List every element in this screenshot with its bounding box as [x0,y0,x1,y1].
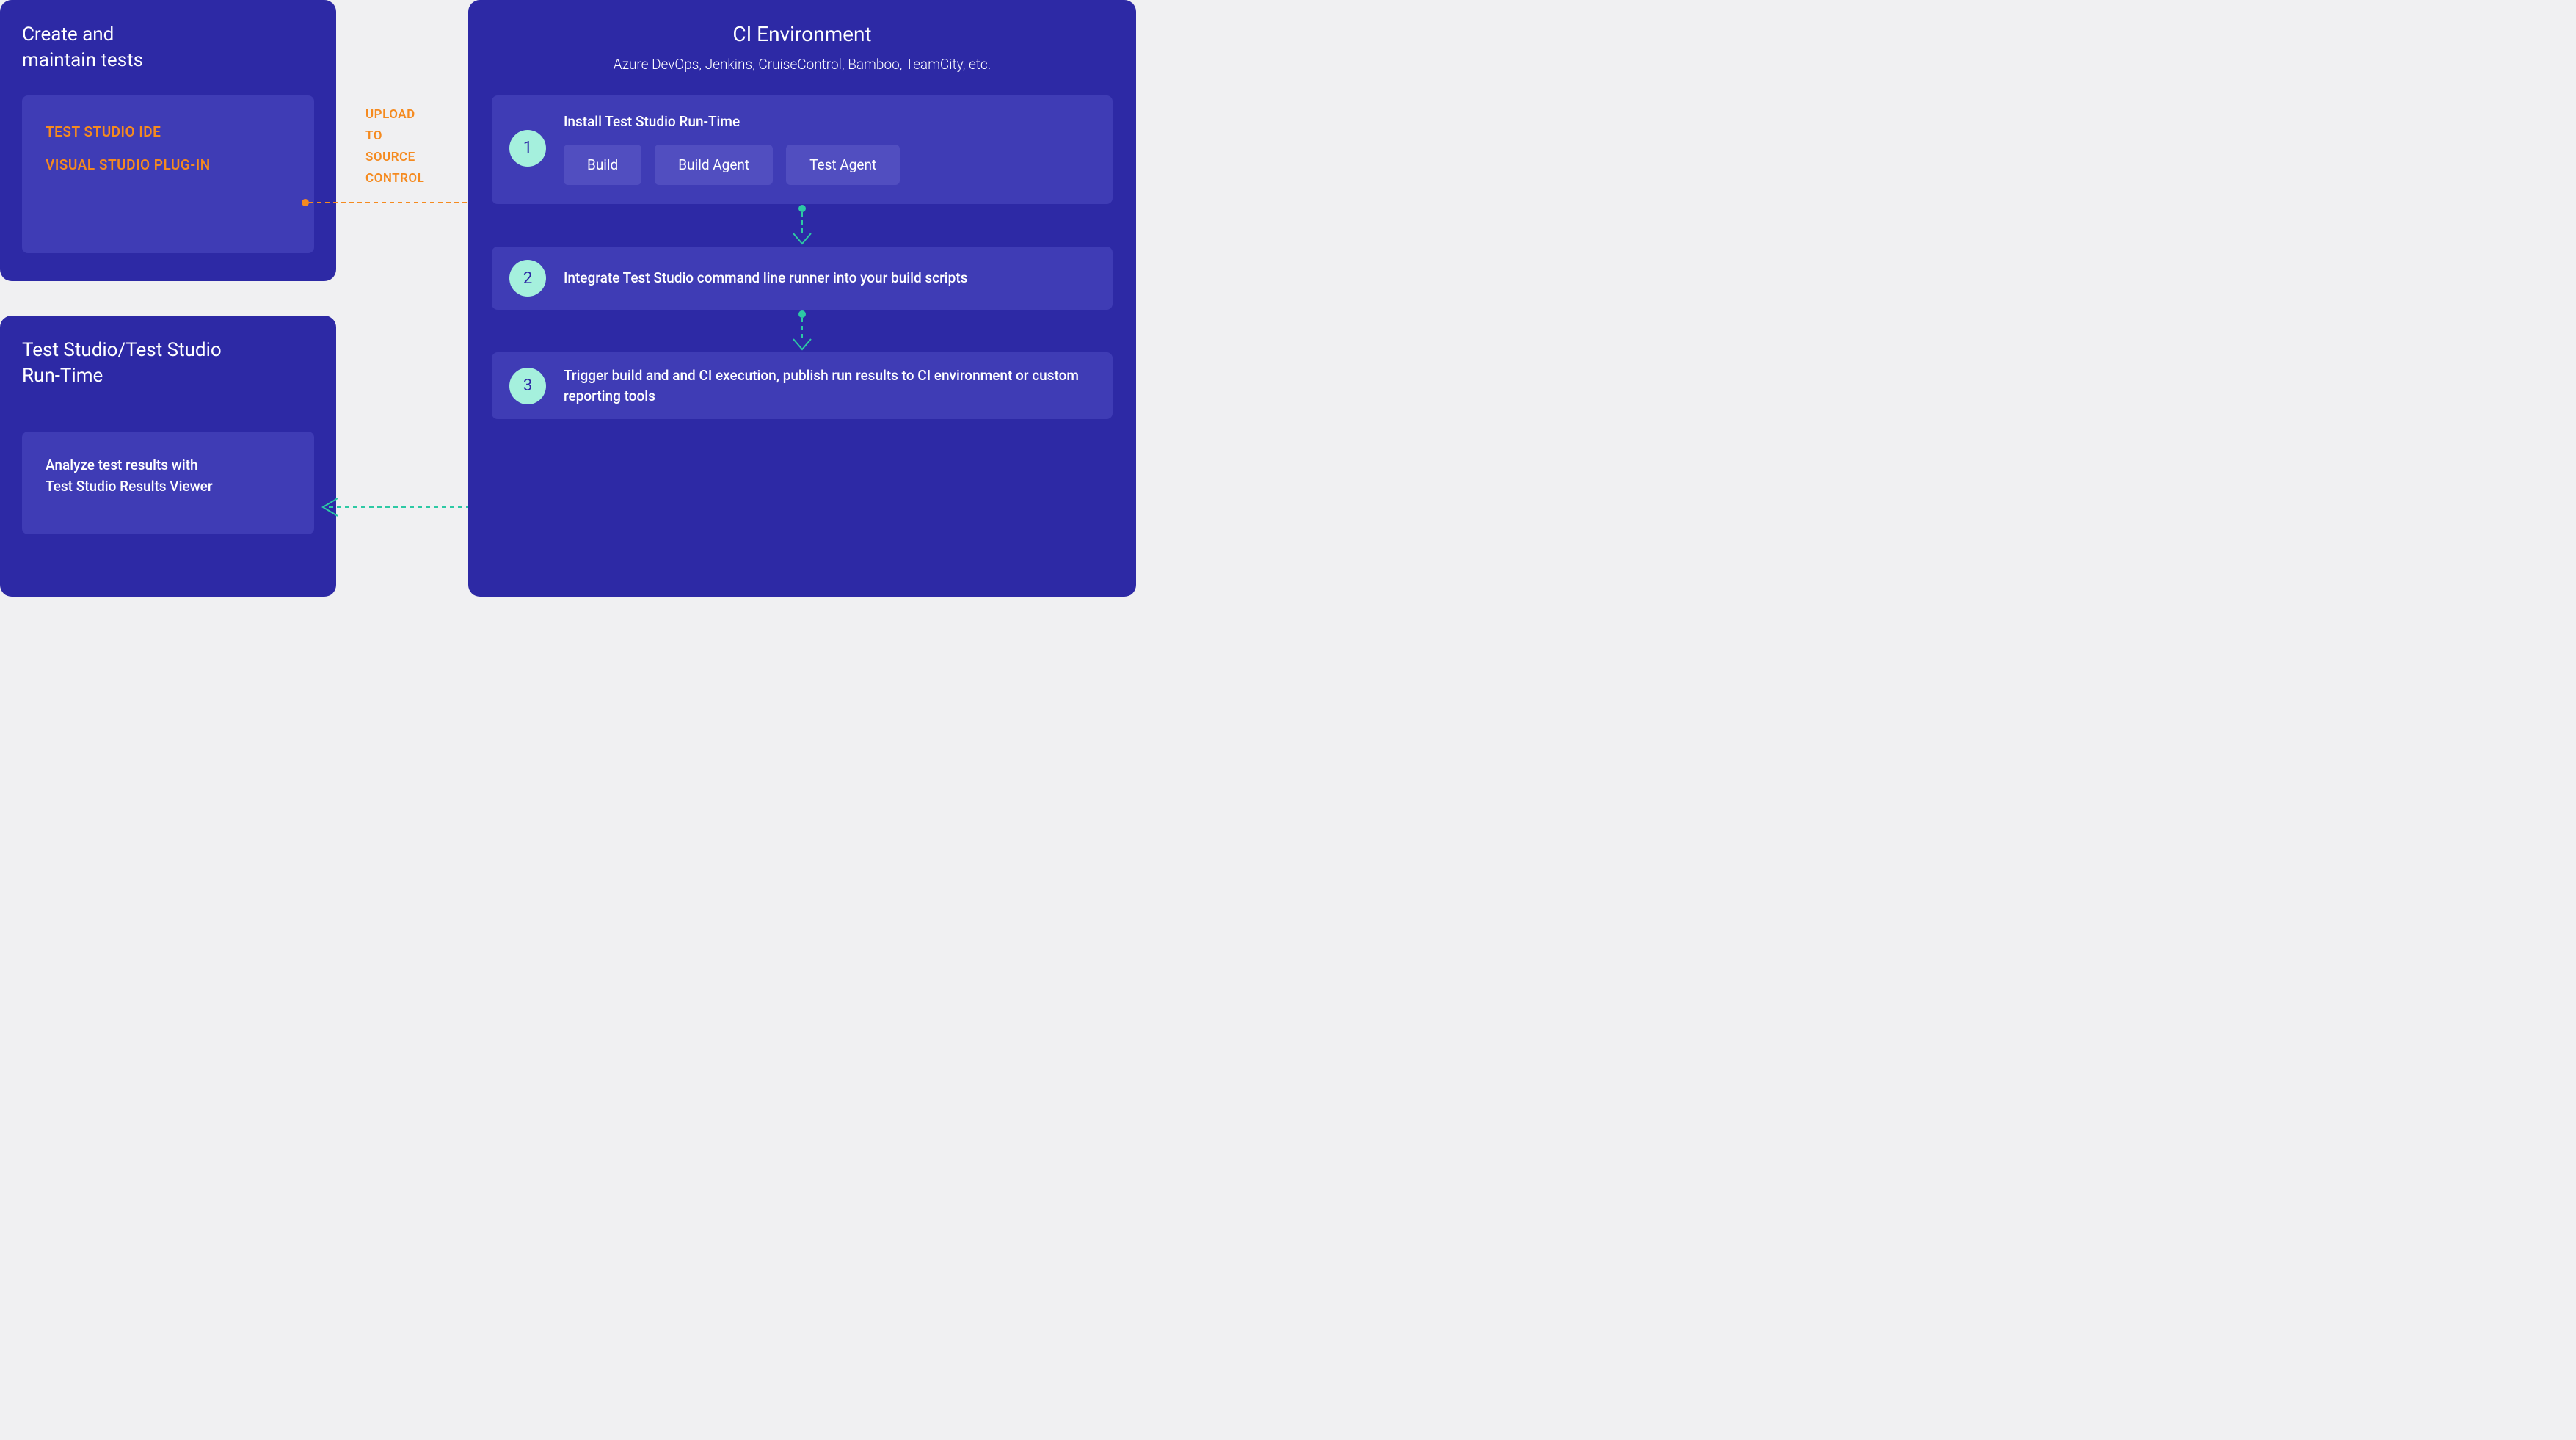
runtime-title: Test Studio/Test StudioRun-Time [22,338,314,389]
step-title-2: Integrate Test Studio command line runne… [564,268,1095,288]
arrow-step-1-2-icon [492,204,1113,247]
step-title-1: Install Test Studio Run-Time [564,112,1095,132]
ci-step-3: 3 Trigger build and and CI execution, pu… [492,352,1113,419]
step-title-3: Trigger build and and CI execution, publ… [564,366,1095,406]
ci-steps: 1 Install Test Studio Run-Time Build Bui… [492,95,1113,420]
ci-step-1: 1 Install Test Studio Run-Time Build Bui… [492,95,1113,205]
step-body-3: Trigger build and and CI execution, publ… [564,366,1095,406]
ci-subtitle: Azure DevOps, Jenkins, CruiseControl, Ba… [492,55,1113,75]
upload-label: UPLOADTOSOURCECONTROL [365,104,424,189]
step-body-2: Integrate Test Studio command line runne… [564,268,1095,288]
step-chips: Build Build Agent Test Agent [564,145,1095,185]
create-title: Create andmaintain tests [22,22,314,73]
chip-build: Build [564,145,641,185]
panel-runtime: Test Studio/Test StudioRun-Time Analyze … [0,316,336,597]
runtime-subpanel: Analyze test results withTest Studio Res… [22,432,314,534]
item-vs-plugin: VISUAL STUDIO PLUG-IN [46,156,291,173]
ci-title: CI Environment [492,22,1113,46]
item-test-studio-ide: TEST STUDIO IDE [46,123,291,140]
ci-step-2: 2 Integrate Test Studio command line run… [492,247,1113,310]
chip-test-agent: Test Agent [786,145,900,185]
panel-create-tests: Create andmaintain tests TEST STUDIO IDE… [0,0,336,281]
create-subpanel: TEST STUDIO IDE VISUAL STUDIO PLUG-IN [22,95,314,253]
arrow-step-2-3-icon [492,310,1113,352]
panel-ci-environment: CI Environment Azure DevOps, Jenkins, Cr… [468,0,1136,597]
step-body-1: Install Test Studio Run-Time Build Build… [564,112,1095,186]
chip-build-agent: Build Agent [655,145,773,185]
step-num-1: 1 [509,130,546,167]
step-num-3: 3 [509,368,546,404]
analyze-text: Analyze test results withTest Studio Res… [46,455,291,497]
step-num-2: 2 [509,260,546,297]
